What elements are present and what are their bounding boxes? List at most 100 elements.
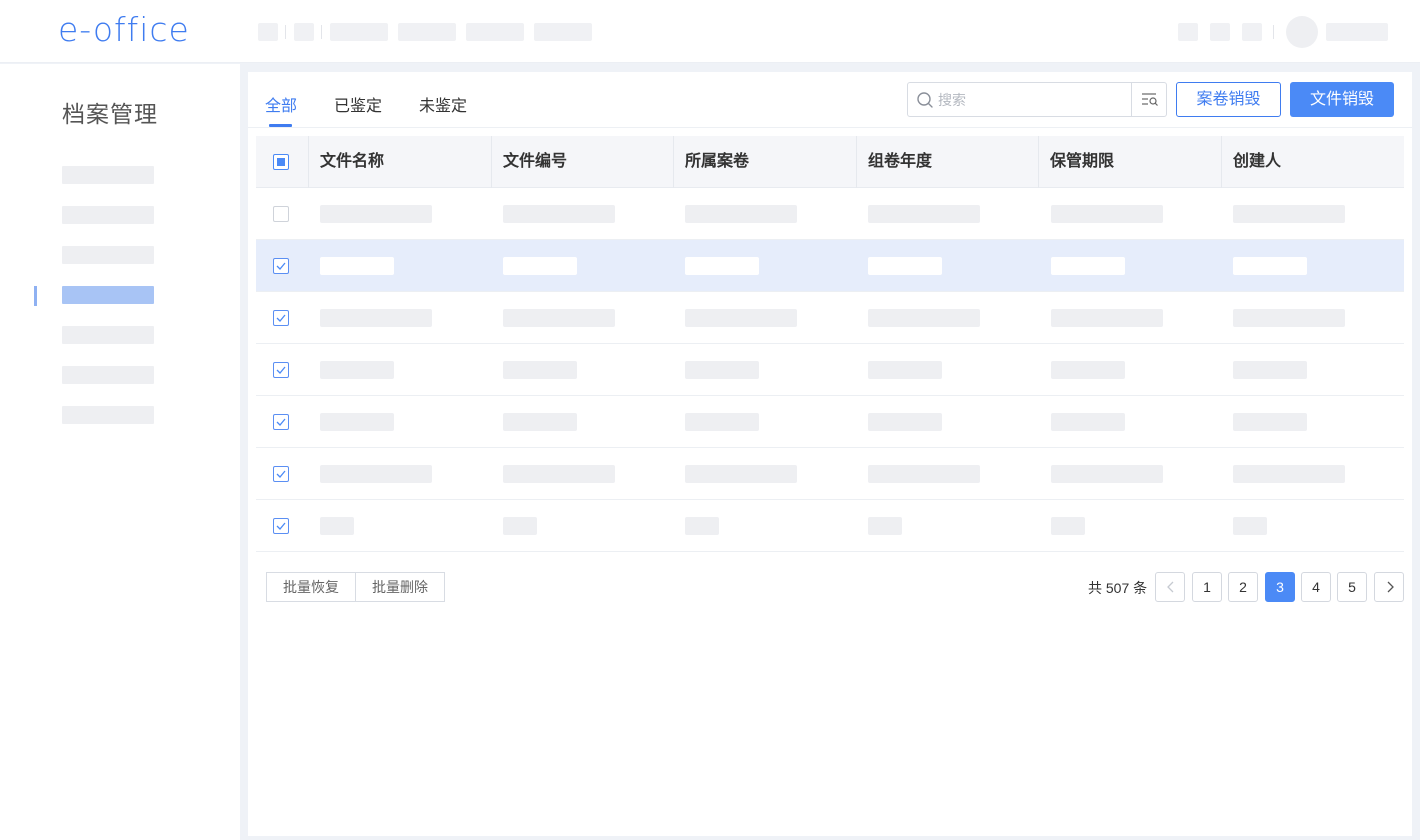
row-checkbox-checked[interactable]	[273, 362, 289, 378]
cell-placeholder	[320, 205, 432, 223]
next-page-button[interactable]	[1374, 572, 1404, 602]
cell-placeholder	[685, 517, 719, 535]
sidebar-item[interactable]	[62, 366, 154, 384]
destroy-file-button[interactable]: 文件销毁	[1290, 82, 1394, 117]
cell-placeholder	[320, 517, 354, 535]
sidebar-item[interactable]	[62, 166, 154, 184]
cell-placeholder	[503, 257, 577, 275]
top-menu-placeholder[interactable]	[398, 23, 456, 41]
divider	[1273, 25, 1274, 39]
search-box	[907, 82, 1167, 117]
cell-placeholder	[1233, 361, 1307, 379]
cell-placeholder	[1233, 465, 1345, 483]
column-header-retention[interactable]: 保管期限	[1038, 136, 1221, 188]
main-panel: 全部 已鉴定 未鉴定 案卷销毁 文件销毁 文件名称	[248, 72, 1412, 836]
chevron-left-icon	[1167, 581, 1174, 593]
select-all-checkbox[interactable]	[273, 154, 289, 170]
header-icon-placeholder[interactable]	[1242, 23, 1262, 41]
header-icon-placeholder[interactable]	[1178, 23, 1198, 41]
cell-placeholder	[320, 413, 394, 431]
table-row[interactable]	[256, 188, 1404, 240]
cell-placeholder	[685, 413, 759, 431]
active-indicator	[34, 286, 37, 306]
top-menu-placeholder[interactable]	[534, 23, 592, 41]
sidebar-item[interactable]	[62, 206, 154, 224]
page-4[interactable]: 4	[1301, 572, 1331, 602]
cell-placeholder	[1051, 205, 1163, 223]
top-bar: e-office	[0, 0, 1420, 63]
column-header-file-name[interactable]: 文件名称	[308, 136, 491, 188]
table-row[interactable]	[256, 344, 1404, 396]
header-icon-placeholder[interactable]	[1210, 23, 1230, 41]
cell-placeholder	[1233, 257, 1307, 275]
sidebar: 档案管理	[0, 64, 240, 840]
cell-placeholder	[320, 257, 394, 275]
row-checkbox-checked[interactable]	[273, 518, 289, 534]
sidebar-item[interactable]	[62, 326, 154, 344]
column-header-volume[interactable]: 所属案卷	[673, 136, 856, 188]
batch-delete-button[interactable]: 批量删除	[355, 572, 445, 602]
cell-placeholder	[685, 465, 797, 483]
row-checkbox[interactable]	[273, 206, 289, 222]
app-logo[interactable]: e-office	[58, 10, 190, 49]
chevron-right-icon	[1387, 581, 1394, 593]
sidebar-item-active[interactable]	[62, 286, 154, 304]
cell-placeholder	[1051, 465, 1163, 483]
row-checkbox-checked[interactable]	[273, 466, 289, 482]
top-menu-placeholder[interactable]	[466, 23, 524, 41]
batch-restore-button[interactable]: 批量恢复	[266, 572, 356, 602]
cell-placeholder	[1051, 257, 1125, 275]
table-row[interactable]	[256, 292, 1404, 344]
toolbar-icon-placeholder[interactable]	[258, 23, 278, 41]
page-3-current[interactable]: 3	[1265, 572, 1295, 602]
advanced-search-icon	[1142, 93, 1158, 106]
table-row[interactable]	[256, 448, 1404, 500]
checkmark-icon	[276, 470, 286, 478]
advanced-search-button[interactable]	[1131, 82, 1167, 117]
cell-placeholder	[868, 517, 902, 535]
page-1[interactable]: 1	[1192, 572, 1222, 602]
sidebar-item[interactable]	[62, 406, 154, 424]
cell-placeholder	[1051, 517, 1085, 535]
table-row[interactable]	[256, 500, 1404, 552]
tab-appraised[interactable]: 已鉴定	[334, 92, 382, 116]
column-header-year[interactable]: 组卷年度	[856, 136, 1038, 188]
cell-placeholder	[868, 361, 942, 379]
checkmark-icon	[276, 366, 286, 374]
cell-placeholder	[1233, 205, 1345, 223]
cell-placeholder	[503, 517, 537, 535]
toolbar-icon-placeholder[interactable]	[294, 23, 314, 41]
cell-placeholder	[1233, 309, 1345, 327]
prev-page-button[interactable]	[1155, 572, 1185, 602]
row-checkbox-checked[interactable]	[273, 414, 289, 430]
tab-unappraised[interactable]: 未鉴定	[419, 92, 467, 116]
tab-all[interactable]: 全部	[265, 92, 297, 116]
username-placeholder[interactable]	[1326, 23, 1388, 41]
top-menu-placeholder[interactable]	[330, 23, 388, 41]
sidebar-item[interactable]	[62, 246, 154, 264]
table-row[interactable]	[256, 396, 1404, 448]
cell-placeholder	[320, 309, 432, 327]
cell-placeholder	[685, 309, 797, 327]
search-icon	[917, 92, 933, 108]
cell-placeholder	[685, 361, 759, 379]
cell-placeholder	[685, 257, 759, 275]
destroy-volume-button[interactable]: 案卷销毁	[1176, 82, 1281, 117]
row-checkbox-checked[interactable]	[273, 310, 289, 326]
file-table: 文件名称 文件编号 所属案卷 组卷年度 保管期限 创建人	[256, 136, 1404, 552]
page-2[interactable]: 2	[1228, 572, 1258, 602]
column-header-file-number[interactable]: 文件编号	[491, 136, 673, 188]
search-input[interactable]	[938, 84, 1128, 115]
column-header-creator[interactable]: 创建人	[1221, 136, 1404, 188]
divider	[285, 25, 286, 39]
divider	[321, 25, 322, 39]
cell-placeholder	[1051, 413, 1125, 431]
cell-placeholder	[320, 361, 394, 379]
avatar[interactable]	[1286, 16, 1318, 48]
page-5[interactable]: 5	[1337, 572, 1367, 602]
row-checkbox-checked[interactable]	[273, 258, 289, 274]
cell-placeholder	[868, 413, 942, 431]
table-header: 文件名称 文件编号 所属案卷 组卷年度 保管期限 创建人	[256, 136, 1404, 188]
table-row-selected[interactable]	[256, 240, 1404, 292]
total-count: 共 507 条	[1088, 580, 1148, 596]
